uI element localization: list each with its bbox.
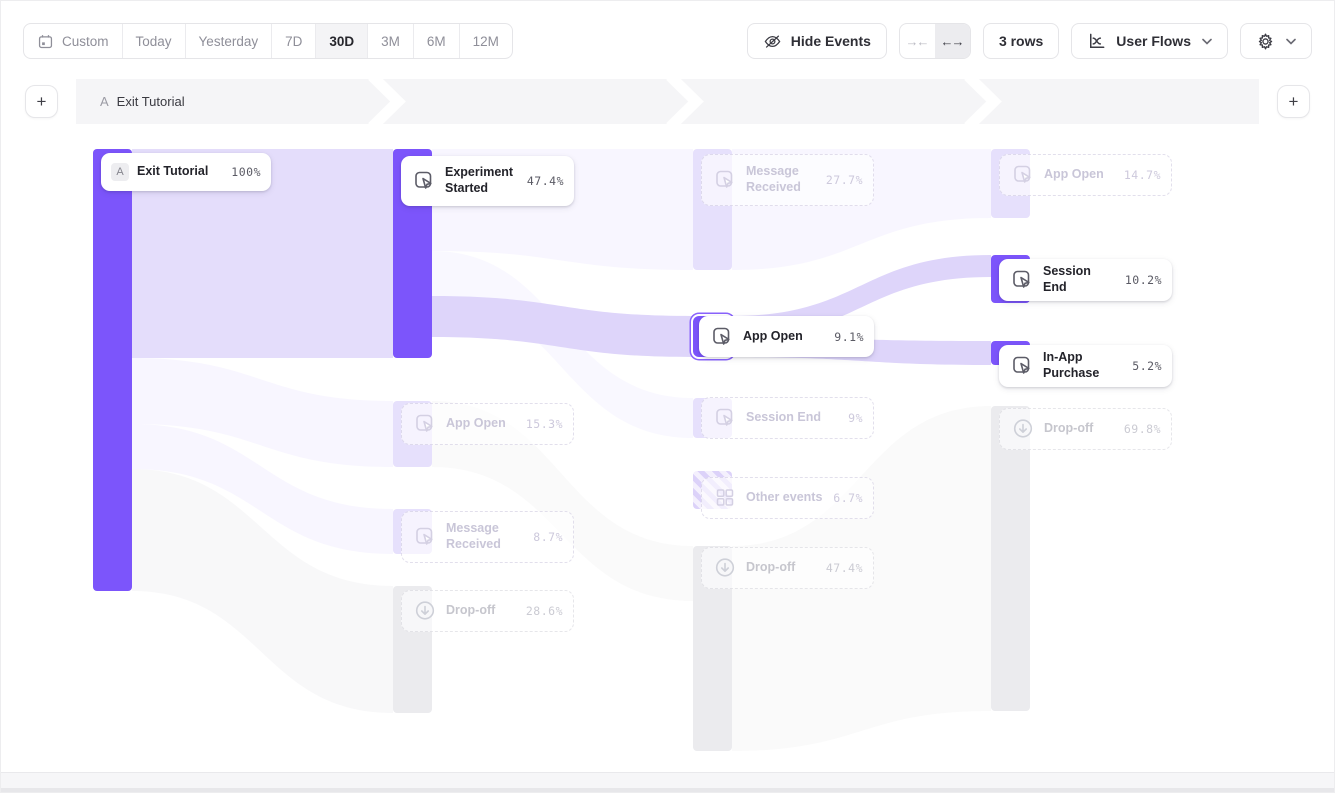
add-step-left-button[interactable]: + [25,85,58,118]
flow-step-header: + A Exit Tutorial + [25,79,1310,124]
flow-bar-dropoff-4[interactable] [991,406,1030,711]
rows-label: 3 rows [999,33,1043,49]
flow-node-message-received-3[interactable]: Message Received 27.7% [701,154,874,206]
step-event-name: Exit Tutorial [117,94,185,109]
flow-node-in-app-purchase-4[interactable]: In-App Purchase 5.2% [999,345,1172,387]
toolbar: Custom Today Yesterday 7D 30D 3M 6M 12M … [23,23,1312,59]
flow-node-app-open-4[interactable]: App Open 14.7% [999,154,1172,196]
flow-node-other-events-3[interactable]: Other events 6.7% [701,477,874,519]
dropoff-icon [1010,416,1036,442]
flow-node-session-end-3[interactable]: Session End 9% [701,397,874,439]
event-icon [412,524,438,550]
grid-icon [712,485,738,511]
flow-bar-exit-tutorial[interactable] [93,149,132,591]
event-icon [712,167,738,193]
view-type-label: User Flows [1116,33,1191,49]
node-badge: A [111,163,129,181]
view-type-dropdown[interactable]: User Flows [1071,23,1228,59]
flow-node-message-received-2[interactable]: Message Received 8.7% [401,511,574,563]
eye-off-icon [763,32,782,51]
user-flows-chart-icon [1087,31,1107,51]
collapse-columns-button[interactable]: →← [900,24,935,58]
expand-columns-button[interactable]: ←→ [935,24,970,58]
flow-node-app-open-3[interactable]: App Open 9.1% [699,316,874,357]
toolbar-right: Hide Events →← ←→ 3 rows User Flows [747,23,1312,59]
step-badge: A [100,94,109,109]
date-preset-yesterday[interactable]: Yesterday [186,24,273,58]
footer-strip [1,772,1334,792]
date-preset-6m[interactable]: 6M [414,24,460,58]
flow-node-app-open-2[interactable]: App Open 15.3% [401,403,574,445]
width-toggle-group: →← ←→ [899,23,971,59]
dropoff-icon [712,555,738,581]
flow-node-dropoff-4[interactable]: Drop-off 69.8% [999,408,1172,450]
sankey-links [1,131,1335,776]
event-icon [1010,162,1036,188]
date-preset-7d[interactable]: 7D [272,24,316,58]
event-icon [709,324,735,350]
user-flows-app: Custom Today Yesterday 7D 30D 3M 6M 12M … [0,0,1335,793]
add-step-right-button[interactable]: + [1277,85,1310,118]
flow-node-experiment-started[interactable]: Experiment Started 47.4% [401,156,574,206]
flow-node-dropoff-3[interactable]: Drop-off 47.4% [701,547,874,589]
event-icon [712,405,738,431]
steps-bar: A Exit Tutorial [76,79,1259,124]
flow-node-exit-tutorial[interactable]: A Exit Tutorial 100% [101,153,271,191]
event-icon [1009,353,1035,379]
flow-node-dropoff-2[interactable]: Drop-off 28.6% [401,590,574,632]
rows-button[interactable]: 3 rows [983,23,1059,59]
chevron-down-icon [1202,38,1212,45]
settings-dropdown[interactable] [1240,23,1312,59]
dropoff-icon [412,598,438,624]
flow-node-session-end-4[interactable]: Session End 10.2% [999,259,1172,301]
step-separators [76,79,1259,124]
footer-divider [1,788,1334,792]
date-preset-12m[interactable]: 12M [460,24,512,58]
date-range-group: Custom Today Yesterday 7D 30D 3M 6M 12M [23,23,513,59]
event-icon [411,168,437,194]
step-1-label[interactable]: A Exit Tutorial [100,79,185,124]
calendar-icon [37,33,54,50]
hide-events-button[interactable]: Hide Events [747,23,887,59]
event-icon [1009,267,1035,293]
date-preset-3m[interactable]: 3M [368,24,414,58]
gear-icon [1256,32,1275,51]
date-preset-custom[interactable]: Custom [24,24,123,58]
hide-events-label: Hide Events [791,33,871,49]
sankey-diagram: A Exit Tutorial 100% Experiment Started … [1,131,1335,776]
date-preset-today[interactable]: Today [123,24,186,58]
date-preset-label: Custom [62,34,109,49]
event-icon [412,411,438,437]
date-preset-30d[interactable]: 30D [316,24,368,58]
chevron-down-icon [1286,38,1296,45]
